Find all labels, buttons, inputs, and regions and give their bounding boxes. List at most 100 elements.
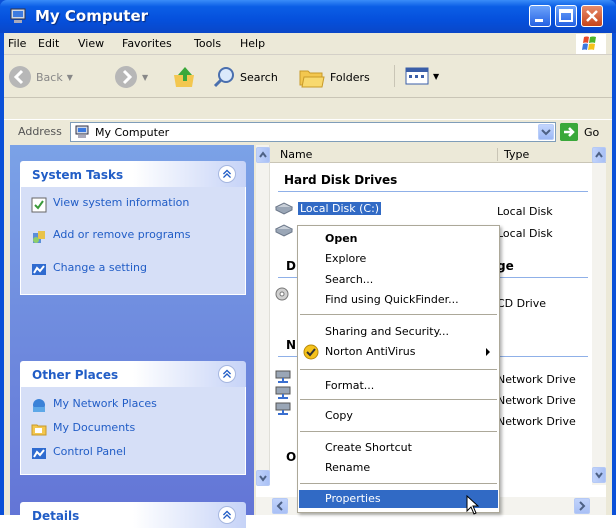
window-title: My Computer <box>35 7 149 25</box>
file-local-disk-c[interactable]: Local Disk (C:) <box>274 201 382 215</box>
task-label: View system information <box>53 196 190 209</box>
folders-button[interactable]: Folders <box>298 65 370 89</box>
add-remove-programs-icon <box>33 231 45 243</box>
task-label: Change a setting <box>53 261 147 274</box>
go-arrow-icon[interactable] <box>560 123 578 141</box>
menu-search[interactable]: Search... <box>299 271 498 289</box>
dropdown-arrow-icon: ▼ <box>66 72 73 82</box>
menu-separator <box>300 483 497 484</box>
file-network-drive[interactable] <box>274 369 294 383</box>
menu-view[interactable]: View <box>78 37 104 50</box>
task-change-setting[interactable]: Change a setting <box>31 261 147 277</box>
address-dropdown-button[interactable] <box>538 124 554 140</box>
file-type: Network Drive <box>497 415 576 428</box>
collapse-icon[interactable] <box>218 365 236 383</box>
column-header: Name Type <box>270 145 606 163</box>
chevron-right-icon <box>579 501 586 511</box>
file-cd-drive[interactable] <box>274 287 294 301</box>
menu-norton-antivirus[interactable]: Norton AntiVirus <box>299 343 498 361</box>
address-input[interactable]: My Computer <box>70 122 556 142</box>
menu-file[interactable]: File <box>8 37 26 50</box>
task-view-system-info[interactable]: View system information <box>31 197 203 213</box>
mouse-cursor-icon <box>466 495 480 515</box>
scroll-down-button[interactable] <box>592 467 606 483</box>
collapse-icon[interactable] <box>218 165 236 183</box>
close-icon <box>586 10 598 22</box>
system-info-icon <box>31 197 47 213</box>
hard-drive-icon <box>274 202 294 215</box>
file-type: Local Disk <box>497 205 553 218</box>
file-network-drive[interactable] <box>274 385 294 399</box>
column-name[interactable]: Name <box>280 148 312 161</box>
my-computer-icon <box>75 125 89 138</box>
title-bar[interactable]: My Computer <box>0 0 616 33</box>
collapse-icon[interactable] <box>218 506 236 524</box>
chevron-left-icon <box>276 501 283 511</box>
chevron-down-icon <box>259 475 267 482</box>
group-hard-disk-drives: Hard Disk Drives <box>284 173 398 187</box>
norton-antivirus-icon <box>303 344 319 360</box>
scroll-left-button[interactable] <box>272 498 288 514</box>
menu-separator <box>300 314 497 315</box>
back-label: Back <box>36 70 63 84</box>
back-button[interactable]: Back ▼ <box>8 65 73 89</box>
menu-sharing-security[interactable]: Sharing and Security... <box>299 323 498 341</box>
task-pane: System Tasks View system information Add <box>10 145 254 528</box>
control-panel-icon <box>32 448 46 459</box>
network-drive-icon <box>275 402 291 415</box>
scroll-up-button[interactable] <box>256 147 270 163</box>
task-add-remove-programs[interactable]: Add or remove programs <box>31 229 203 245</box>
menu-format[interactable]: Format... <box>299 377 498 395</box>
place-my-documents[interactable]: My Documents <box>31 421 135 437</box>
file-local-disk-2[interactable] <box>274 223 294 237</box>
place-control-panel[interactable]: Control Panel <box>31 445 126 461</box>
menu-edit[interactable]: Edit <box>38 37 59 50</box>
folders-icon <box>299 70 325 88</box>
standard-toolbar: Back ▼ ▼ Search Folders ▼ <box>4 56 612 98</box>
group-partial-label: O <box>286 450 297 464</box>
file-name: Local Disk (C:) <box>298 201 382 215</box>
menu-copy[interactable]: Copy <box>299 407 498 425</box>
go-button[interactable]: Go <box>584 126 599 139</box>
file-list-scrollbar[interactable] <box>592 147 606 485</box>
column-type[interactable]: Type <box>497 148 529 161</box>
menu-rename[interactable]: Rename <box>299 459 498 477</box>
menu-explore[interactable]: Explore <box>299 250 498 268</box>
menu-create-shortcut[interactable]: Create Shortcut <box>299 439 498 457</box>
details-header[interactable]: Details <box>20 502 246 528</box>
close-button[interactable] <box>581 5 603 27</box>
other-places-header[interactable]: Other Places <box>20 361 246 387</box>
my-computer-icon <box>10 8 26 23</box>
up-folder-icon <box>174 67 194 87</box>
submenu-arrow-icon <box>486 348 490 356</box>
menu-open[interactable]: Open <box>299 230 498 248</box>
system-tasks-header[interactable]: System Tasks <box>20 161 246 187</box>
views-button[interactable]: ▼ <box>394 65 439 87</box>
scroll-right-button[interactable] <box>574 498 590 514</box>
forward-button[interactable]: ▼ <box>114 65 148 89</box>
left-pane-scrollbar[interactable] <box>256 145 270 486</box>
menu-bar: File Edit View Favorites Tools Help <box>4 33 612 55</box>
search-icon <box>213 67 234 88</box>
minimize-button[interactable] <box>529 5 551 27</box>
scroll-down-button[interactable] <box>256 470 270 486</box>
place-my-network-places[interactable]: My Network Places <box>31 397 157 413</box>
network-places-icon <box>33 399 45 412</box>
group-partial-label: D <box>286 259 296 273</box>
folders-label: Folders <box>330 70 370 84</box>
network-drive-icon <box>275 386 291 399</box>
file-network-drive[interactable] <box>274 401 294 415</box>
menu-find-quickfinder[interactable]: Find using QuickFinder... <box>299 291 498 309</box>
menu-tools[interactable]: Tools <box>194 37 221 50</box>
menu-favorites[interactable]: Favorites <box>122 37 172 50</box>
details-title: Details <box>32 509 80 523</box>
dropdown-arrow-icon: ▼ <box>142 72 149 82</box>
place-label: Control Panel <box>53 445 126 458</box>
file-type: Local Disk <box>497 227 553 240</box>
up-folder-button[interactable] <box>172 65 198 89</box>
menu-help[interactable]: Help <box>240 37 265 50</box>
group-partial-label: N <box>286 338 297 352</box>
maximize-button[interactable] <box>555 5 577 27</box>
scroll-up-button[interactable] <box>592 147 606 163</box>
search-button[interactable]: Search <box>212 65 278 89</box>
